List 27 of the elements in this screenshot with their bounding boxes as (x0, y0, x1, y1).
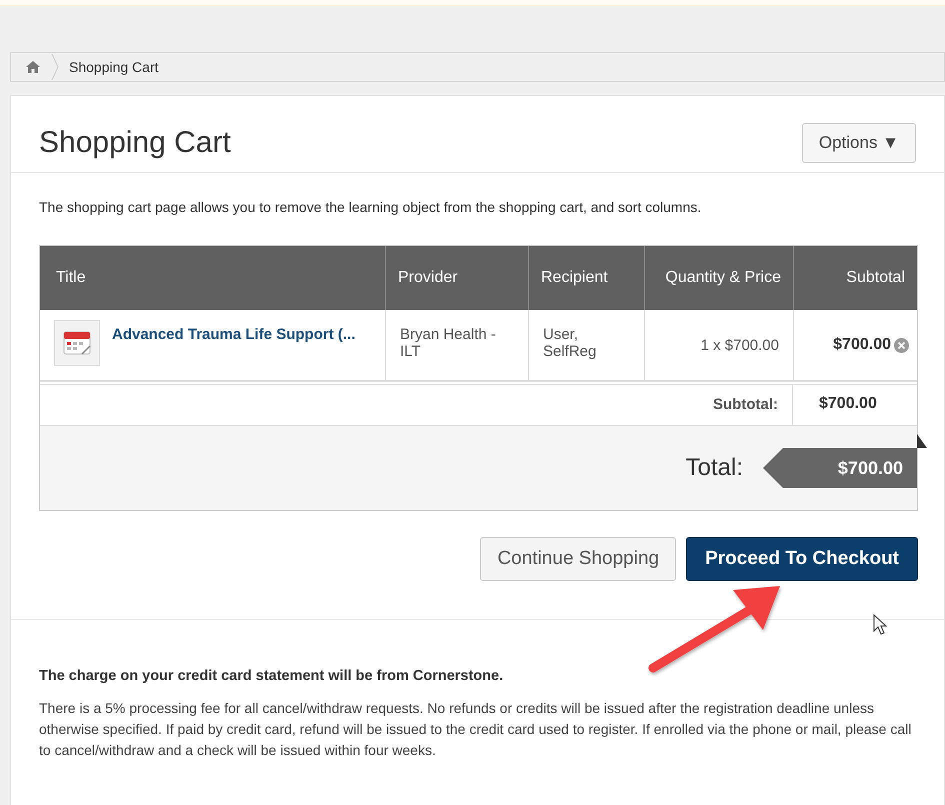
subtotal-label: Subtotal: (40, 385, 793, 425)
cursor-icon (873, 614, 887, 636)
column-header[interactable]: Title (40, 246, 385, 310)
column-header[interactable]: Provider (385, 246, 528, 310)
total-label: Total: (686, 454, 743, 482)
table-cell: Bryan Health - ILT (385, 310, 528, 380)
notice-heading: The charge on your credit card statement will be from Cornerstone. (39, 668, 504, 684)
checkout-button[interactable]: Proceed To Checkout (686, 537, 918, 581)
options-button[interactable]: Options ▼ (802, 123, 916, 163)
home-icon[interactable] (25, 60, 41, 74)
column-header[interactable]: Subtotal (793, 246, 917, 310)
breadcrumb-link[interactable]: Shopping Cart (69, 59, 159, 75)
description-text: The shopping cart page allows you to remove the learning object from the shopping cart, and sort columns. (39, 199, 702, 215)
column-header[interactable]: Quantity & Price (644, 246, 793, 310)
calendar-icon (54, 320, 100, 366)
continue-button[interactable]: Continue Shopping (480, 537, 676, 581)
page-title: Shopping Cart (39, 126, 231, 160)
notice-text: There is a 5% processing fee for all cancel/withdraw requests. No refunds or credits will be issued after the registration deadline unless otherwise specified. If paid by credit card, refund will be issued to the credit card used to register. If enrolled via the phone or mail, please call to cancel/withdraw and a check will be issued within four weeks. (39, 699, 912, 760)
total-tag: $700.00 (763, 448, 917, 488)
fold-icon (917, 434, 927, 448)
table-cell: 1 x $700.00 (644, 310, 793, 380)
subtotal-amount: $700.00 (833, 336, 891, 354)
table-cell: User, SelfReg (528, 310, 644, 380)
subtotal-value: $700.00 (818, 394, 878, 414)
column-header[interactable]: Recipient (528, 246, 644, 310)
course-link[interactable]: Advanced Trauma Life Support (... (112, 326, 356, 343)
remove-icon[interactable] (894, 338, 909, 352)
